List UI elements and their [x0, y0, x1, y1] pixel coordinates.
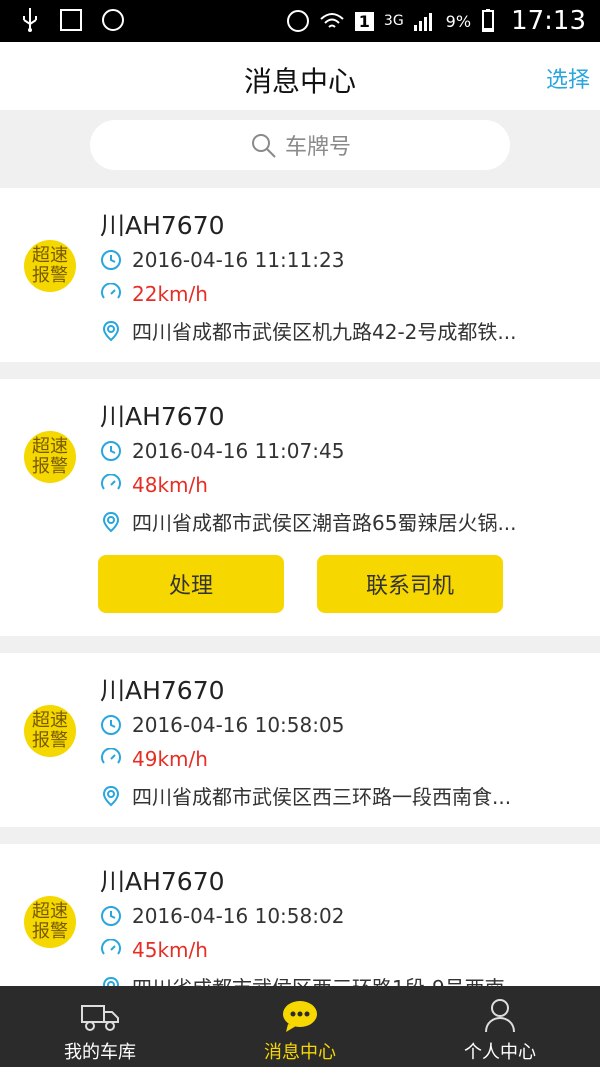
tab-label: 我的车库 — [64, 1042, 136, 1063]
message-card[interactable]: 川AH7670 超速 报警 2016-04-16 10:58:02 45km/h … — [0, 844, 600, 1000]
clock: 17:13 — [511, 6, 586, 36]
tab-personal-center[interactable]: 个人中心 — [400, 986, 600, 1067]
message-card[interactable]: 川AH7670 超速 报警 2016-04-16 11:11:23 22km/h … — [0, 188, 600, 362]
location-pin-icon — [102, 511, 120, 532]
network-type: 3G — [383, 13, 404, 29]
settings-icon — [102, 9, 124, 31]
message-datetime: 2016-04-16 10:58:05 — [132, 713, 345, 737]
address-row: 四川省成都市武侯区潮音路65蜀辣居火锅... — [100, 507, 517, 536]
alarm-badge: 超速 报警 — [24, 896, 76, 948]
message-speed: 22km/h — [132, 282, 208, 306]
speed-icon — [101, 939, 121, 955]
speed-icon — [101, 283, 121, 299]
message-address: 四川省成都市武侯区西三环路一段西南食... — [132, 785, 512, 809]
datetime-row: 2016-04-16 10:58:02 — [100, 904, 344, 928]
speed-row: 22km/h — [100, 282, 208, 306]
page-title: 消息中心 — [243, 65, 356, 98]
location-pin-icon — [102, 320, 120, 341]
wifi-icon — [320, 13, 344, 28]
message-speed: 45km/h — [132, 938, 208, 962]
plate-number: 川AH7670 — [100, 676, 225, 705]
contact-driver-button[interactable]: 联系司机 — [317, 555, 503, 613]
app-header: 消息中心 选择 — [0, 42, 600, 111]
chat-icon — [283, 1001, 317, 1032]
address-row: 四川省成都市武侯区机九路42-2号成都铁... — [100, 316, 516, 345]
plate-number: 川AH7670 — [100, 402, 225, 431]
message-card[interactable]: 川AH7670 超速 报警 2016-04-16 10:58:05 49km/h … — [0, 653, 600, 827]
message-datetime: 2016-04-16 11:07:45 — [132, 439, 345, 463]
search-bar: 车牌号 — [0, 110, 600, 186]
person-icon — [485, 999, 515, 1033]
speed-row: 48km/h — [100, 473, 208, 497]
tab-label: 个人中心 — [464, 1042, 536, 1063]
clock-icon — [101, 906, 121, 926]
truck-icon — [81, 1005, 119, 1031]
clock-icon — [101, 441, 121, 461]
message-datetime: 2016-04-16 10:58:02 — [132, 904, 345, 928]
usb-icon — [23, 8, 37, 32]
sim-indicator: 1 — [354, 11, 374, 31]
bottom-tab-bar: 我的车库 消息中心 个人中心 — [0, 986, 600, 1067]
message-datetime: 2016-04-16 11:11:23 — [132, 248, 345, 272]
alarm-icon — [286, 10, 309, 32]
clock-icon — [101, 715, 121, 735]
search-input[interactable]: 车牌号 — [90, 120, 510, 170]
speed-row: 45km/h — [100, 938, 208, 962]
datetime-row: 2016-04-16 10:58:05 — [100, 713, 344, 737]
alarm-badge: 超速 报警 — [24, 705, 76, 757]
plate-number: 川AH7670 — [100, 867, 225, 896]
search-placeholder: 车牌号 — [284, 135, 351, 160]
speed-icon — [101, 748, 121, 764]
handle-button[interactable]: 处理 — [98, 555, 284, 613]
speed-icon — [101, 474, 121, 490]
location-pin-icon — [102, 785, 120, 806]
tab-label: 消息中心 — [264, 1042, 336, 1063]
datetime-row: 2016-04-16 11:11:23 — [100, 248, 344, 272]
clock-icon — [101, 250, 121, 270]
plate-number: 川AH7670 — [100, 211, 225, 240]
tab-my-garage[interactable]: 我的车库 — [0, 986, 200, 1067]
alarm-badge: 超速 报警 — [24, 240, 76, 292]
select-button[interactable]: 选择 — [546, 62, 590, 94]
battery-percent: 9% — [445, 11, 472, 31]
battery-icon — [482, 9, 495, 32]
message-speed: 48km/h — [132, 473, 208, 497]
gallery-icon — [60, 9, 82, 31]
address-row: 四川省成都市武侯区西三环路一段西南食... — [100, 781, 511, 810]
signal-icon — [413, 13, 432, 31]
search-icon — [251, 134, 276, 158]
message-speed: 49km/h — [132, 747, 208, 771]
speed-row: 49km/h — [100, 747, 208, 771]
tab-message-center[interactable]: 消息中心 — [200, 986, 400, 1067]
message-address: 四川省成都市武侯区潮音路65蜀辣居火锅... — [132, 511, 517, 535]
message-card[interactable]: 川AH7670 超速 报警 2016-04-16 11:07:45 48km/h … — [0, 379, 600, 636]
datetime-row: 2016-04-16 11:07:45 — [100, 439, 344, 463]
message-address: 四川省成都市武侯区机九路42-2号成都铁... — [132, 320, 517, 344]
alarm-badge: 超速 报警 — [24, 431, 76, 483]
status-bar: 1 3G 9% 17:13 — [0, 0, 600, 42]
